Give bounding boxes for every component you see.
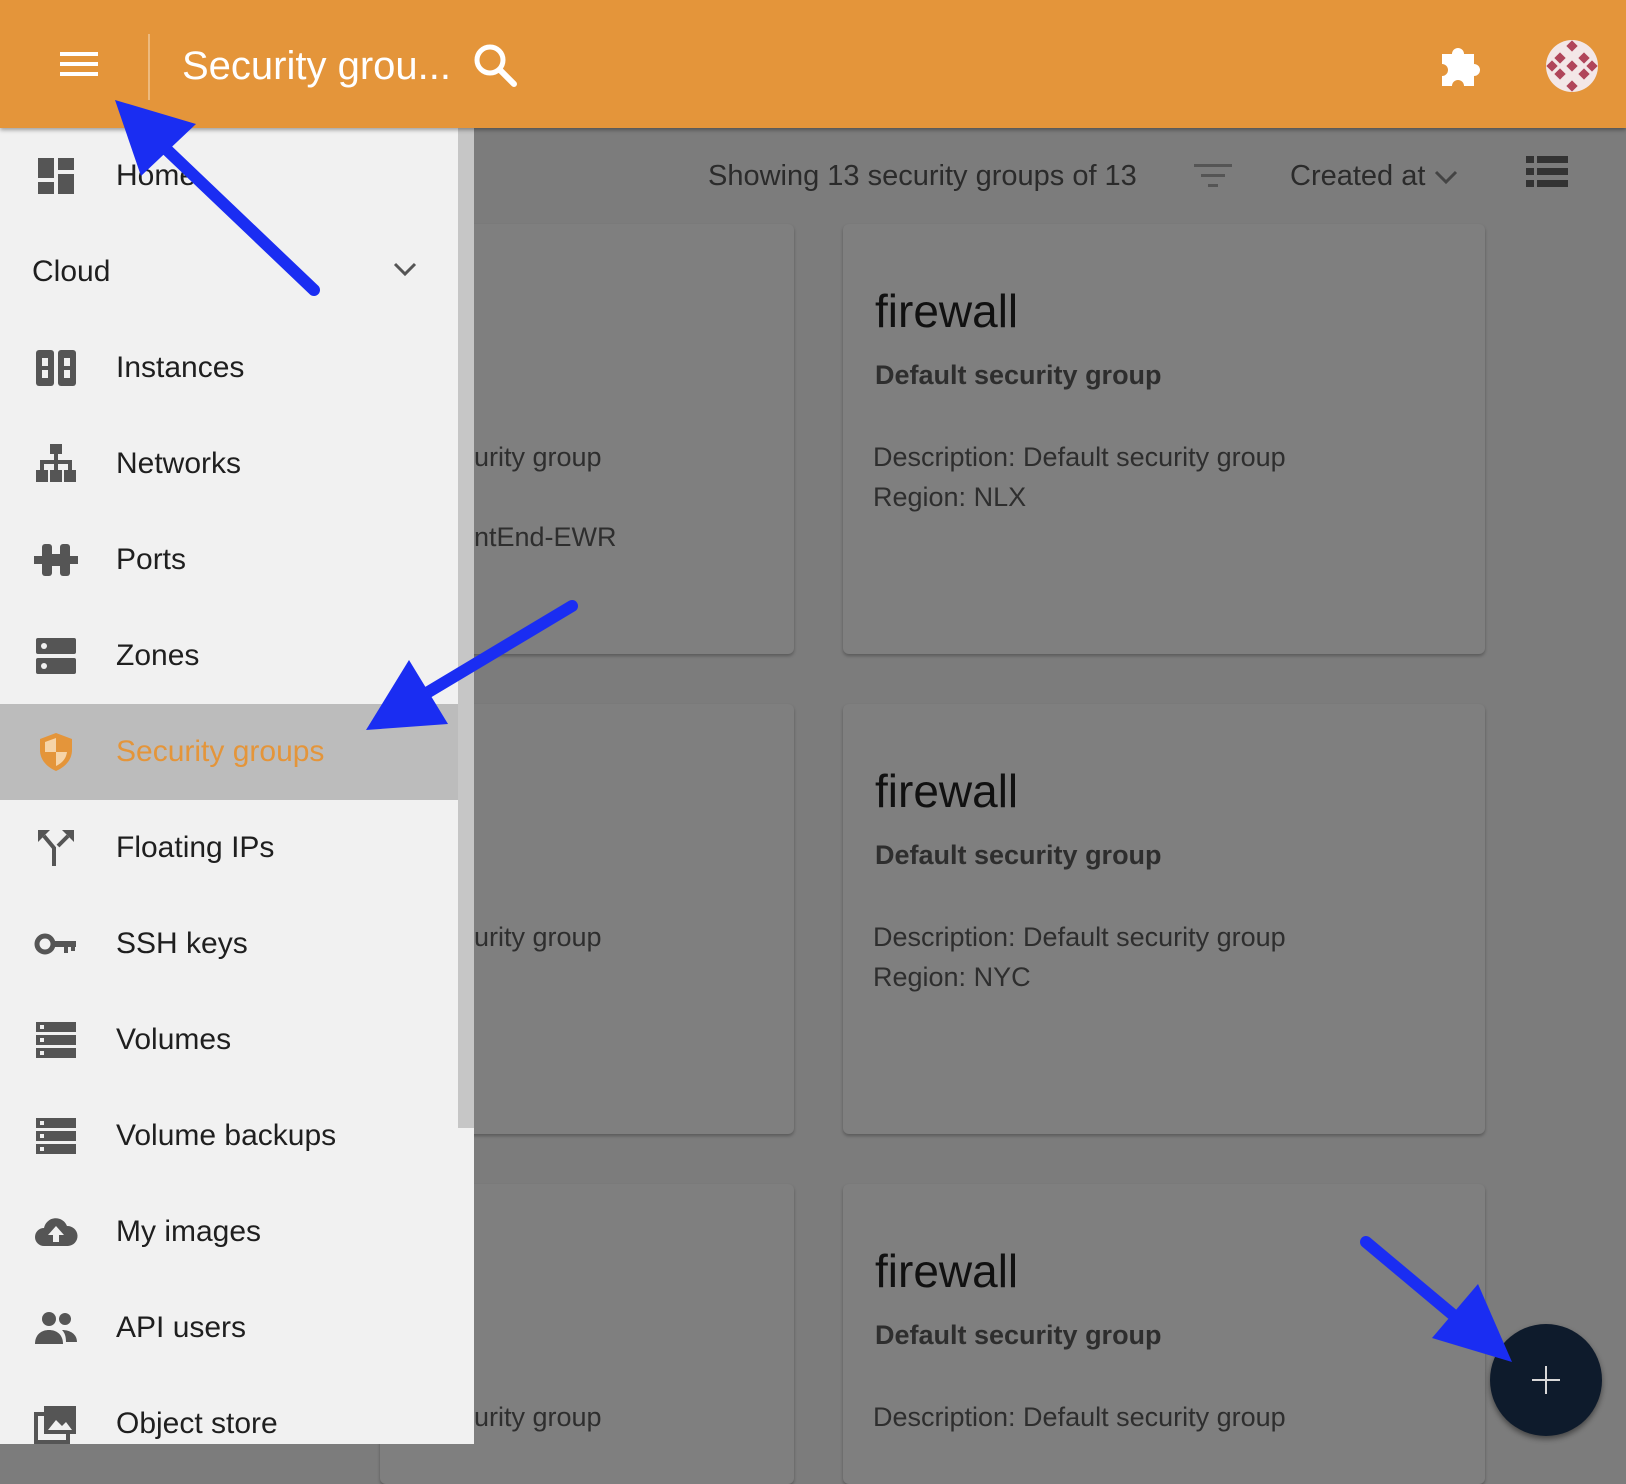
sidebar-item-label: Instances — [116, 351, 245, 384]
sidebar-item-label: My images — [116, 1215, 262, 1248]
chevron-down-icon — [1435, 171, 1458, 185]
sidebar-item-instances[interactable]: Instances — [0, 320, 458, 416]
navigation-drawer: Home Cloud Instances Networks Ports Zone… — [0, 128, 474, 1444]
security-group-card[interactable]: firewall Default security group Descript… — [843, 1184, 1485, 1484]
card-description: Description: Default security group — [873, 922, 1286, 952]
shield-icon — [40, 733, 72, 771]
sidebar-item-label: Floating IPs — [116, 831, 275, 864]
ports-icon — [34, 544, 78, 576]
sidebar-item-label: Zones — [116, 639, 200, 672]
sort-label: Created at — [1290, 160, 1426, 192]
card-subtitle: Default security group — [875, 360, 1162, 390]
card-subtitle: Default security group — [875, 840, 1162, 870]
sidebar-item-ssh-keys[interactable]: SSH keys — [0, 896, 458, 992]
floating-ip-icon — [38, 830, 74, 866]
card-description: Description: Default security group — [873, 442, 1286, 472]
card-title: firewall — [875, 1245, 1019, 1297]
sidebar-item-floating-ips[interactable]: Floating IPs — [0, 800, 458, 896]
security-group-card[interactable]: firewall Default security group Descript… — [843, 704, 1485, 1134]
sidebar-item-volumes[interactable]: Volumes — [0, 992, 458, 1088]
hamburger-menu-button[interactable] — [50, 36, 108, 94]
zones-icon — [36, 638, 76, 674]
card-description-partial: urity group — [474, 442, 602, 472]
card-region-partial: ntEnd-EWR — [474, 522, 617, 552]
user-avatar[interactable] — [1546, 40, 1598, 92]
search-icon — [474, 44, 517, 87]
sidebar-item-label: Security groups — [116, 735, 325, 768]
sidebar-item-label: Volumes — [116, 1023, 232, 1056]
sidebar-item-my-images[interactable]: My images — [0, 1184, 458, 1280]
security-group-card[interactable]: firewall Default security group Descript… — [843, 224, 1485, 654]
puzzle-icon — [1442, 48, 1480, 86]
sidebar-section-label: Cloud — [32, 255, 111, 288]
filter-icon — [1194, 164, 1232, 187]
card-region: Region: NLX — [873, 482, 1027, 512]
top-app-bar: Security grou... — [0, 0, 1626, 128]
card-subtitle: Default security group — [875, 1320, 1162, 1350]
dashboard-icon — [38, 158, 74, 194]
sidebar-item-ports[interactable]: Ports — [0, 512, 458, 608]
drawer-scrollbar[interactable] — [458, 128, 474, 1128]
sidebar-item-home[interactable]: Home — [0, 128, 458, 224]
sidebar-item-security-groups[interactable]: Security groups — [0, 704, 458, 800]
sidebar-item-api-users[interactable]: API users — [0, 1280, 458, 1376]
instances-icon — [36, 350, 76, 386]
sort-dropdown[interactable]: Created at — [1290, 150, 1459, 202]
results-count: Showing 13 security groups of 13 — [708, 160, 1137, 192]
card-description-partial: urity group — [474, 922, 602, 952]
sidebar-item-label: Networks — [116, 447, 242, 480]
sidebar-item-zones[interactable]: Zones — [0, 608, 458, 704]
card-region: Region: NYC — [873, 962, 1031, 992]
page-title: Security grou... — [182, 44, 452, 88]
sidebar-item-label: API users — [116, 1311, 247, 1344]
sidebar-section-cloud[interactable]: Cloud — [0, 224, 458, 320]
volumes-icon — [36, 1022, 76, 1058]
menu-icon — [60, 52, 98, 76]
add-security-group-button[interactable] — [1490, 1324, 1602, 1436]
avatar-pattern-icon — [1546, 40, 1598, 92]
sidebar-item-label: Object store — [116, 1407, 278, 1440]
sidebar-item-networks[interactable]: Networks — [0, 416, 458, 512]
sidebar-item-label: Volume backups — [116, 1119, 337, 1152]
list-view-icon — [1526, 156, 1568, 187]
sidebar-item-label: SSH keys — [116, 927, 248, 960]
cloud-upload-icon — [35, 1218, 78, 1246]
volume-backups-icon — [36, 1118, 76, 1154]
sidebar-item-label: Home — [116, 159, 197, 192]
search-button[interactable] — [470, 40, 522, 92]
toolbar-divider — [148, 34, 150, 100]
sidebar-item-label: Ports — [116, 543, 187, 576]
users-icon — [35, 1312, 77, 1344]
object-store-icon — [34, 1406, 76, 1444]
card-title: firewall — [875, 765, 1019, 817]
card-description-partial: urity group — [474, 1402, 602, 1432]
chevron-down-icon — [393, 262, 417, 277]
list-view-toggle[interactable] — [1526, 154, 1572, 198]
network-icon — [36, 444, 76, 482]
card-description: Description: Default security group — [873, 1402, 1286, 1432]
sidebar-item-object-store[interactable]: Object store — [0, 1376, 458, 1444]
extensions-button[interactable] — [1432, 38, 1488, 94]
key-icon — [34, 933, 76, 955]
sidebar-item-volume-backups[interactable]: Volume backups — [0, 1088, 458, 1184]
filter-button[interactable] — [1188, 154, 1238, 198]
card-title: firewall — [875, 285, 1019, 337]
